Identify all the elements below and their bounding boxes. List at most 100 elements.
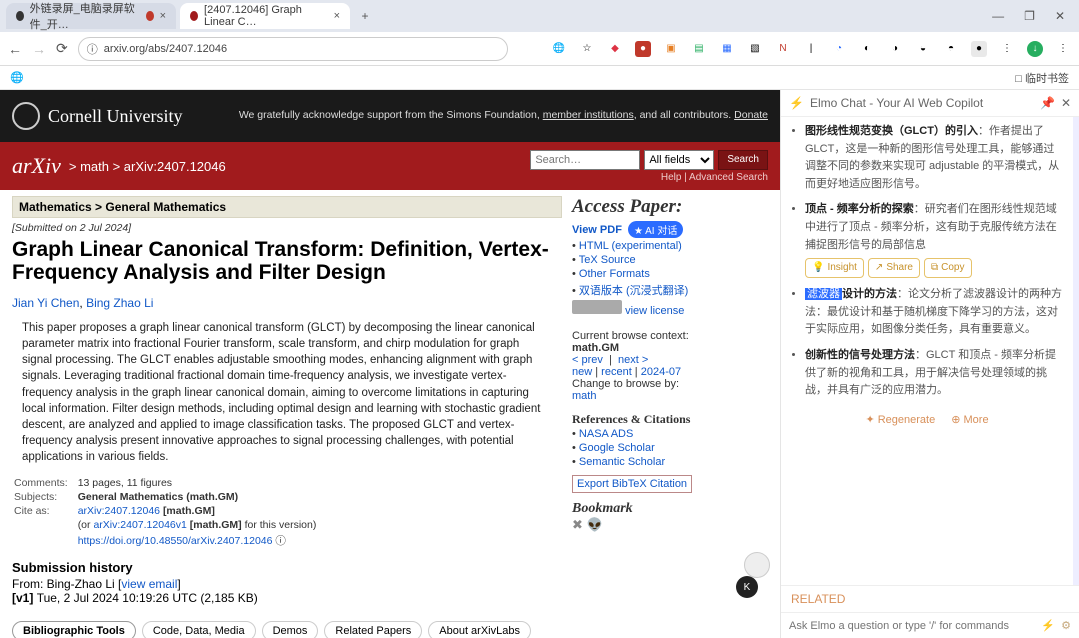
tab-title: [2407.12046] Graph Linear C… xyxy=(204,4,328,28)
view-email-link[interactable]: view email xyxy=(121,577,177,591)
minimize-button[interactable]: — xyxy=(992,9,1004,23)
bookmark-x-icon[interactable]: ✖ xyxy=(572,517,583,532)
related-heading[interactable]: RELATED xyxy=(781,585,1079,612)
ext-icon[interactable]: ◔ xyxy=(831,41,847,57)
other-formats-link[interactable]: Other Formats xyxy=(579,268,650,280)
month-link[interactable]: 2024-07 xyxy=(641,366,681,378)
assistant-avatar-icon[interactable] xyxy=(744,552,770,578)
author-link[interactable]: Bing Zhao Li xyxy=(86,296,153,310)
prev-link[interactable]: < prev xyxy=(572,354,603,366)
close-window-button[interactable]: ✕ xyxy=(1055,9,1065,23)
ref-gscholar-link[interactable]: Google Scholar xyxy=(579,442,655,454)
page-content: Cornell University We gratefully acknowl… xyxy=(0,90,780,638)
adv-search-link[interactable]: Advanced Search xyxy=(689,172,768,183)
arxiv-logo[interactable]: arXiv xyxy=(12,153,61,179)
forward-button[interactable]: → xyxy=(32,41,46,57)
ext-icon[interactable]: ◑ xyxy=(887,41,903,57)
ref-sscholar-link[interactable]: Semantic Scholar xyxy=(579,456,665,468)
ai-chat-button[interactable]: ★ AI 对话 xyxy=(628,221,683,238)
favicon xyxy=(190,11,198,21)
next-link[interactable]: next > xyxy=(618,354,648,366)
browse-math-link[interactable]: math xyxy=(572,390,596,402)
tab-2-active[interactable]: [2407.12046] Graph Linear C… × xyxy=(180,3,350,29)
tab-about[interactable]: About arXivLabs xyxy=(428,621,531,638)
copy-chip[interactable]: ⧉ Copy xyxy=(924,258,972,278)
abstract: This paper proposes a graph linear canon… xyxy=(22,320,544,465)
new-tab-button[interactable]: + xyxy=(354,5,376,27)
star-icon[interactable]: ☆ xyxy=(579,41,595,57)
author-link[interactable]: Jian Yi Chen xyxy=(12,296,79,310)
submission-history-heading: Submission history xyxy=(12,560,562,575)
maximize-button[interactable]: ❐ xyxy=(1024,9,1035,23)
export-bibtex-button[interactable]: Export BibTeX Citation xyxy=(572,475,692,493)
ext-icon[interactable]: ◐ xyxy=(859,41,875,57)
site-info-icon[interactable]: ⓘ xyxy=(87,41,98,57)
view-pdf-link[interactable]: View PDF xyxy=(572,224,622,236)
ext-new-icon[interactable]: N xyxy=(775,41,791,57)
html-link[interactable]: HTML (experimental) xyxy=(579,240,682,252)
regenerate-button[interactable]: ✦ Regenerate xyxy=(865,412,935,430)
arxiv-header: arXiv > math > arXiv:2407.12046 All fiel… xyxy=(0,142,780,190)
insight-chip[interactable]: 💡 Insight xyxy=(805,258,864,278)
ref-nasa-link[interactable]: NASA ADS xyxy=(579,428,633,440)
tab-1[interactable]: 外链录屏_电脑录屏软件_开… × xyxy=(6,3,176,29)
search-button[interactable]: Search xyxy=(718,150,768,170)
tab-code[interactable]: Code, Data, Media xyxy=(142,621,256,638)
cite-version-link[interactable]: arXiv:2407.12046v1 xyxy=(93,519,186,531)
tab-close-icon[interactable]: × xyxy=(334,10,340,22)
extensions-menu-icon[interactable]: ⋮ xyxy=(999,41,1015,57)
share-chip[interactable]: ↗ Share xyxy=(868,258,920,278)
cornell-banner: Cornell University We gratefully acknowl… xyxy=(0,90,780,142)
cite-link[interactable]: arXiv:2407.12046 xyxy=(78,505,160,517)
ext-icon[interactable]: ▦ xyxy=(719,41,735,57)
pin-icon[interactable]: 📌 xyxy=(1040,96,1055,110)
bolt-icon[interactable]: ⚡ xyxy=(1041,619,1055,632)
doi-link[interactable]: https://doi.org/10.48550/arXiv.2407.1204… xyxy=(78,535,273,547)
translate-icon[interactable]: 🌐 xyxy=(551,41,567,57)
ext-elmo-icon[interactable]: ● xyxy=(971,41,987,57)
bookmark-heading: Bookmark xyxy=(572,501,752,517)
overflow-menu-icon[interactable]: ⋮ xyxy=(1055,41,1071,57)
tab-biblio[interactable]: Bibliographic Tools xyxy=(12,621,136,638)
download-icon[interactable]: ↓ xyxy=(1027,41,1043,57)
tab-close-icon[interactable]: × xyxy=(160,10,166,22)
help-link[interactable]: Help xyxy=(661,172,682,183)
more-button[interactable]: ⊕ More xyxy=(951,412,988,430)
ext-icon[interactable]: ▧ xyxy=(747,41,763,57)
close-panel-icon[interactable]: ✕ xyxy=(1061,96,1071,110)
summary-point: 图形线性规范变换（GLCT）的引入：作者提出了 GLCT，这是一种新的图形信号处… xyxy=(805,123,1063,193)
k-badge-icon[interactable]: K xyxy=(736,576,758,598)
view-license-link[interactable]: view license xyxy=(625,305,684,317)
bookmark-reddit-icon[interactable]: 👽 xyxy=(587,517,603,532)
search-input[interactable] xyxy=(530,150,640,170)
new-link[interactable]: new xyxy=(572,366,592,378)
recording-indicator-icon xyxy=(146,11,154,21)
search-field-select[interactable]: All fields xyxy=(644,150,714,170)
ext-icon[interactable]: ● xyxy=(635,41,651,57)
donate-link[interactable]: Donate xyxy=(734,109,768,121)
bookmark-globe-icon[interactable]: 🌐 xyxy=(10,71,24,84)
tab-title: 外链录屏_电脑录屏软件_开… xyxy=(30,0,140,32)
tab-demos[interactable]: Demos xyxy=(262,621,319,638)
ext-icon[interactable]: ◓ xyxy=(943,41,959,57)
elmo-bolt-icon: ⚡ xyxy=(789,96,804,110)
url-bar[interactable]: ⓘ arxiv.org/abs/2407.12046 xyxy=(78,37,508,61)
tex-link[interactable]: TeX Source xyxy=(579,254,636,266)
member-institutions-link[interactable]: member institutions xyxy=(543,109,634,121)
window-controls: — ❐ ✕ xyxy=(992,9,1079,23)
bookmark-folder[interactable]: □ 临时书签 xyxy=(1015,70,1069,86)
reload-button[interactable]: ⟳ xyxy=(56,40,68,57)
ext-icon[interactable]: ▤ xyxy=(691,41,707,57)
tab-related[interactable]: Related Papers xyxy=(324,621,422,638)
arxiv-breadcrumb: > math > arXiv:2407.12046 xyxy=(69,159,226,174)
summary-point: 顶点 - 频率分析的探索：研究者们在图形线性规范域中进行了顶点 - 频率分析，这… xyxy=(805,201,1063,278)
ext-icon[interactable]: ▣ xyxy=(663,41,679,57)
ext-icon[interactable]: ◆ xyxy=(607,41,623,57)
ask-input[interactable] xyxy=(789,620,1035,632)
back-button[interactable]: ← xyxy=(8,41,22,57)
info-icon[interactable]: ⓘ xyxy=(275,535,286,547)
settings-icon[interactable]: ⚙ xyxy=(1061,619,1071,632)
ext-icon[interactable]: ◒ xyxy=(915,41,931,57)
bilingual-link[interactable]: 双语版本 (沉浸式翻译) xyxy=(579,285,688,297)
recent-link[interactable]: recent xyxy=(601,366,632,378)
